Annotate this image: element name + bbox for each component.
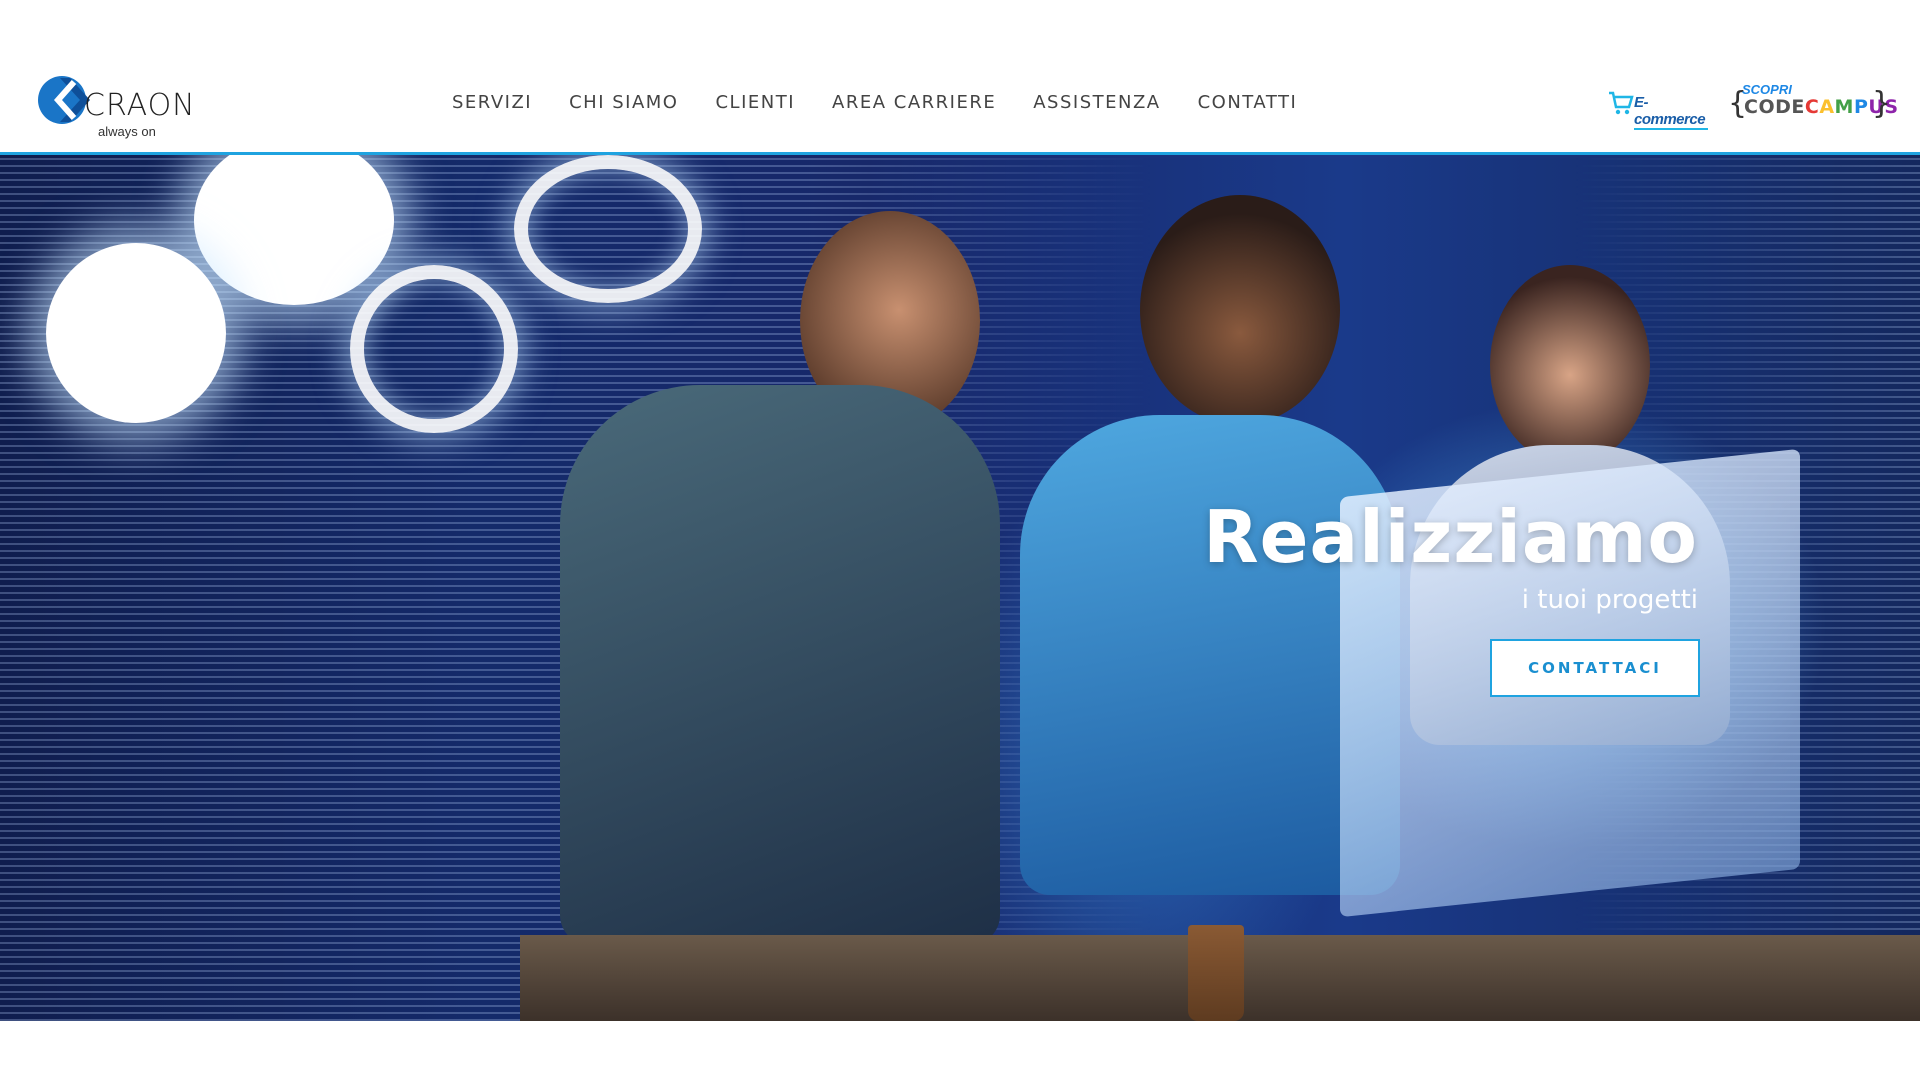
codecampus-letters: M — [1834, 96, 1854, 118]
light-ring — [514, 155, 702, 303]
hero-title: Realizziamo — [1203, 495, 1698, 579]
codecampus-link[interactable]: { SCOPRI CODECAMPUS } — [1728, 78, 1898, 128]
codecampus-letters: CODE — [1744, 96, 1805, 118]
nav-item-clienti[interactable]: CLIENTI — [715, 92, 795, 122]
codecampus-letters: P — [1853, 96, 1869, 118]
light-ring — [350, 265, 518, 433]
nav-item-assistenza[interactable]: ASSISTENZA — [1033, 92, 1160, 122]
craon-logo[interactable]: CRAON always on — [36, 70, 195, 142]
logo-tagline: always on — [98, 124, 156, 139]
cart-icon — [1609, 91, 1634, 115]
nav-item-chi-siamo[interactable]: CHI SIAMO — [569, 92, 678, 122]
codecampus-letters: C — [1804, 96, 1820, 118]
codecampus-scopri: SCOPRI — [1742, 82, 1792, 97]
coffee-cup — [1188, 925, 1244, 1021]
light-orb — [46, 243, 226, 423]
hero-subtitle: i tuoi progetti — [1521, 585, 1698, 615]
site-header: CRAON always on SERVIZI CHI SIAMO CLIENT… — [0, 40, 1920, 152]
nav-item-servizi[interactable]: SERVIZI — [452, 92, 532, 122]
logo-wordmark: CRAON — [84, 88, 196, 123]
main-nav: SERVIZI CHI SIAMO CLIENTI AREA CARRIERE … — [452, 92, 1334, 122]
ecommerce-link[interactable]: E-commerce — [1608, 86, 1708, 130]
hero-banner: Realizziamo i tuoi progetti CONTATTACI — [0, 152, 1920, 1021]
nav-item-area-carriere[interactable]: AREA CARRIERE — [832, 92, 996, 122]
brace-close-glyph: } — [1872, 86, 1892, 121]
ecommerce-label: E-commerce — [1634, 94, 1708, 130]
nav-item-contatti[interactable]: CONTATTI — [1198, 92, 1298, 122]
contattaci-button[interactable]: CONTATTACI — [1490, 639, 1700, 697]
codecampus-letters: A — [1819, 96, 1835, 118]
